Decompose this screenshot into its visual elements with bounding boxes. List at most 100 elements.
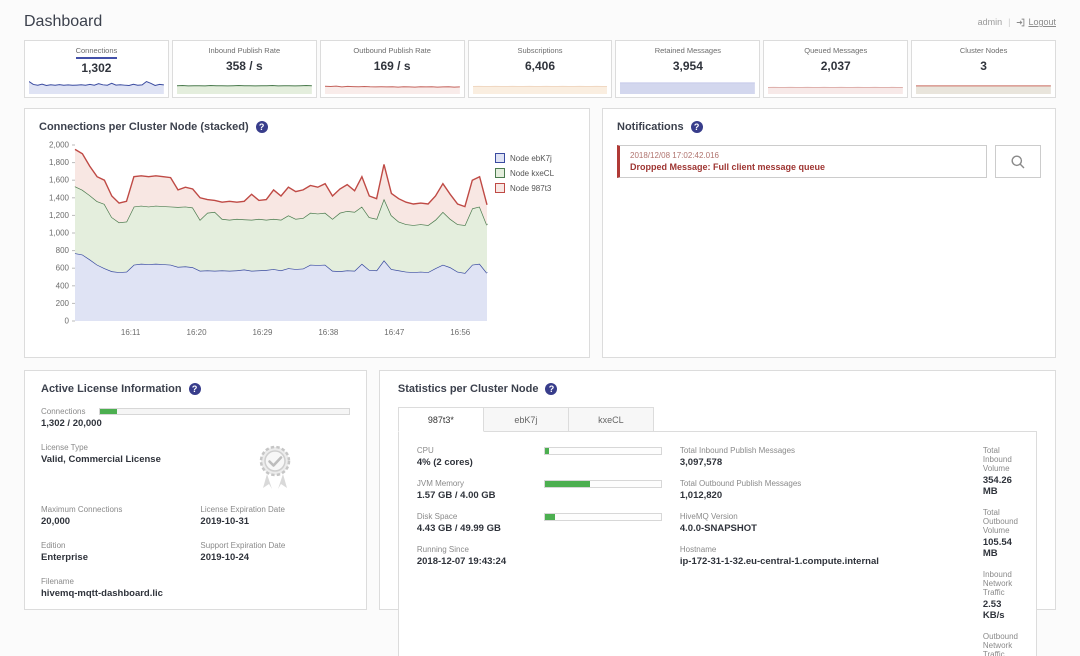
tab-kxecl[interactable]: kxeCL — [568, 407, 654, 432]
stat-card-value: 3,954 — [673, 59, 703, 73]
main-row: Connections per Cluster Node (stacked) 0… — [24, 108, 1056, 358]
stat-card-retained-messages[interactable]: Retained Messages 3,954 — [615, 40, 760, 98]
license-badge-cell — [200, 443, 349, 491]
license-title-row: Active License Information — [41, 383, 350, 395]
separator: | — [1008, 17, 1010, 27]
stat-card-cluster-nodes[interactable]: Cluster Nodes 3 — [911, 40, 1056, 98]
cpu-cell: CPU 4% (2 cores) — [417, 446, 662, 468]
chart-panel-title: Connections per Cluster Node (stacked) — [39, 121, 249, 133]
stat-card-value: 358 / s — [226, 59, 263, 73]
disk-space-cell: Disk Space 4.43 GB / 49.99 GB — [417, 512, 662, 534]
svg-text:2,000: 2,000 — [49, 141, 70, 150]
legend-item-node-987t3[interactable]: Node 987t3 — [495, 183, 554, 193]
legend-swatch-icon — [495, 168, 505, 178]
username-label: admin — [978, 17, 1003, 27]
connections-sparkline — [29, 79, 164, 94]
inbound-traffic-cell: Inbound Network Traffic 2.53 KB/s — [983, 570, 1018, 621]
stat-card-value: 2,037 — [821, 59, 851, 73]
license-valid-badge-icon — [254, 443, 296, 491]
running-since-cell: Running Since 2018-12-07 19:43:24 — [417, 545, 662, 567]
stat-card-value: 169 / s — [374, 59, 411, 73]
total-outbound-volume-cell: Total Outbound Volume 105.54 MB — [983, 508, 1018, 559]
stat-card-label: Cluster Nodes — [960, 46, 1008, 57]
queued-messages-sparkline — [768, 79, 903, 94]
filename-cell: Filename hivemq-mqtt-dashboard.lic — [41, 577, 190, 599]
stats-column-3: Total Inbound Volume 354.26 MB Total Out… — [983, 446, 1018, 656]
stat-cards-row: Connections 1,302 Inbound Publish Rate 3… — [24, 40, 1056, 98]
statistics-panel: Statistics per Cluster Node 987t3* ebK7j… — [379, 370, 1056, 610]
statistics-title-row: Statistics per Cluster Node — [398, 383, 1037, 395]
stat-card-label: Subscriptions — [517, 46, 562, 57]
stat-card-label: Inbound Publish Rate — [208, 46, 280, 57]
help-icon[interactable] — [691, 121, 703, 133]
svg-text:1,400: 1,400 — [49, 193, 70, 202]
svg-text:1,800: 1,800 — [49, 158, 70, 167]
license-connections-label: Connections — [41, 407, 85, 416]
stat-card-label: Retained Messages — [655, 46, 721, 57]
stat-card-outbound-publish-rate[interactable]: Outbound Publish Rate 169 / s — [320, 40, 465, 98]
help-icon[interactable] — [189, 383, 201, 395]
svg-text:1,200: 1,200 — [49, 211, 70, 220]
svg-text:1,000: 1,000 — [49, 229, 70, 238]
license-connections-value: 1,302 / 20,000 — [41, 418, 350, 429]
svg-text:400: 400 — [56, 281, 70, 290]
subscriptions-sparkline — [473, 79, 608, 94]
stat-card-value: 6,406 — [525, 59, 555, 73]
tab-987t3[interactable]: 987t3* — [398, 407, 484, 432]
help-icon[interactable] — [256, 121, 268, 133]
header: Dashboard admin | Logout — [0, 0, 1080, 40]
license-connections-row: Connections — [41, 407, 350, 416]
node-tabs: 987t3* ebK7j kxeCL — [398, 407, 1037, 432]
svg-text:16:47: 16:47 — [384, 328, 405, 337]
notification-row: 2018/12/08 17:02:42.016 Dropped Message:… — [617, 145, 1041, 178]
chart-body: 02004006008001,0001,2001,4001,6001,8002,… — [39, 139, 575, 345]
legend-item-node-kxecl[interactable]: Node kxeCL — [495, 168, 554, 178]
tab-ebk7j[interactable]: ebK7j — [483, 407, 569, 432]
disk-space-progressbar — [544, 513, 662, 521]
svg-text:16:11: 16:11 — [121, 328, 141, 337]
notification-item[interactable]: 2018/12/08 17:02:42.016 Dropped Message:… — [617, 145, 987, 178]
cluster-nodes-sparkline — [916, 79, 1051, 94]
user-area: admin | Logout — [978, 17, 1056, 27]
total-inbound-messages-cell: Total Inbound Publish Messages 3,097,578 — [680, 446, 965, 468]
license-details-grid: License Type Valid, Commercial License M… — [41, 443, 350, 599]
jvm-memory-cell: JVM Memory 1.57 GB / 4.00 GB — [417, 479, 662, 501]
stat-card-label: Outbound Publish Rate — [353, 46, 431, 57]
svg-text:1,600: 1,600 — [49, 176, 70, 185]
notifications-title-row: Notifications — [617, 121, 1041, 133]
svg-text:200: 200 — [56, 299, 70, 308]
chart-panel-title-row: Connections per Cluster Node (stacked) — [39, 121, 575, 133]
logout-icon — [1016, 18, 1025, 27]
hivemq-version-cell: HiveMQ Version 4.0.0-SNAPSHOT — [680, 512, 965, 534]
total-outbound-messages-cell: Total Outbound Publish Messages 1,012,82… — [680, 479, 965, 501]
stat-card-queued-messages[interactable]: Queued Messages 2,037 — [763, 40, 908, 98]
license-type-cell: License Type Valid, Commercial License — [41, 443, 190, 491]
statistics-title: Statistics per Cluster Node — [398, 383, 539, 395]
license-panel: Active License Information Connections 1… — [24, 370, 367, 610]
stat-card-subscriptions[interactable]: Subscriptions 6,406 — [468, 40, 613, 98]
edition-cell: Edition Enterprise — [41, 541, 190, 563]
dashboard-page: Dashboard admin | Logout Connections 1,3… — [0, 0, 1080, 656]
search-icon — [1010, 154, 1026, 170]
notification-search-button[interactable] — [995, 145, 1041, 178]
support-expiration-cell: Support Expiration Date 2019-10-24 — [200, 541, 349, 563]
license-expiration-cell: License Expiration Date 2019-10-31 — [200, 505, 349, 527]
connections-chart-panel: Connections per Cluster Node (stacked) 0… — [24, 108, 590, 358]
stat-card-connections[interactable]: Connections 1,302 — [24, 40, 169, 98]
svg-text:0: 0 — [65, 317, 70, 326]
svg-text:16:56: 16:56 — [450, 328, 471, 337]
chart-legend: Node ebK7j Node kxeCL Node 987t3 — [491, 139, 554, 345]
stat-card-label: Connections — [76, 46, 118, 59]
legend-item-node-ebk7j[interactable]: Node ebK7j — [495, 153, 554, 163]
logout-link[interactable]: Logout — [1016, 17, 1056, 27]
help-icon[interactable] — [545, 383, 557, 395]
max-connections-cell: Maximum Connections 20,000 — [41, 505, 190, 527]
jvm-memory-progressbar — [544, 480, 662, 488]
stat-card-label: Queued Messages — [804, 46, 867, 57]
stat-card-value: 1,302 — [81, 61, 111, 75]
stats-column-2: Total Inbound Publish Messages 3,097,578… — [680, 446, 965, 656]
stat-card-inbound-publish-rate[interactable]: Inbound Publish Rate 358 / s — [172, 40, 317, 98]
license-title: Active License Information — [41, 383, 182, 395]
bottom-row: Active License Information Connections 1… — [24, 370, 1056, 610]
stat-card-value: 3 — [980, 59, 987, 73]
